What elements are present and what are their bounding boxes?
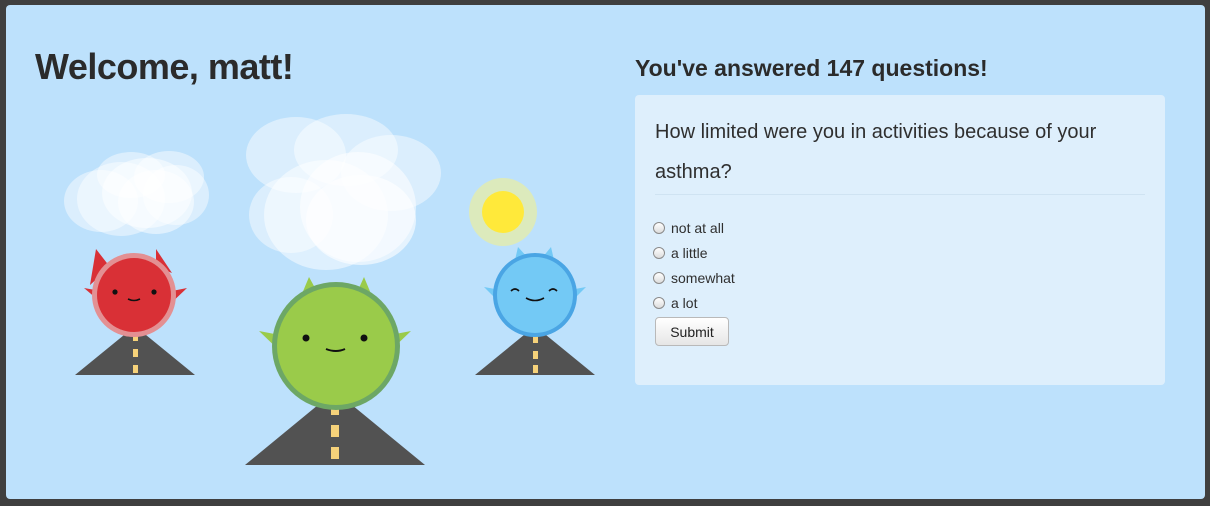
cloud-icon — [246, 114, 441, 270]
option-label: a lot — [671, 294, 698, 311]
question-card: How limited were you in activities becau… — [635, 95, 1165, 385]
option-somewhat[interactable]: somewhat — [653, 265, 735, 290]
radio-button[interactable] — [653, 271, 665, 284]
submit-button[interactable]: Submit — [655, 317, 729, 346]
question-text: How limited were you in activities becau… — [655, 121, 1097, 183]
answer-options: not at all a little somewhat a lot — [653, 215, 735, 315]
option-label: a little — [671, 244, 708, 261]
answered-count-heading: You've answered 147 questions! — [635, 55, 988, 81]
divider — [655, 194, 1145, 195]
monster-illustration — [64, 114, 595, 465]
option-label: not at all — [671, 219, 724, 236]
option-a-little[interactable]: a little — [653, 240, 735, 265]
sun-icon — [469, 178, 537, 246]
blue-monster-icon — [475, 247, 595, 375]
radio-button[interactable] — [653, 246, 665, 259]
radio-button[interactable] — [653, 221, 665, 234]
option-not-at-all[interactable]: not at all — [653, 215, 735, 240]
dashboard-panel: Welcome, matt! You've answered 147 quest… — [6, 5, 1205, 499]
option-label: somewhat — [671, 269, 735, 286]
green-monster-icon — [245, 277, 425, 465]
option-a-lot[interactable]: a lot — [653, 290, 735, 315]
cloud-icon — [64, 151, 209, 236]
radio-button[interactable] — [653, 296, 665, 309]
red-monster-icon — [75, 249, 195, 375]
